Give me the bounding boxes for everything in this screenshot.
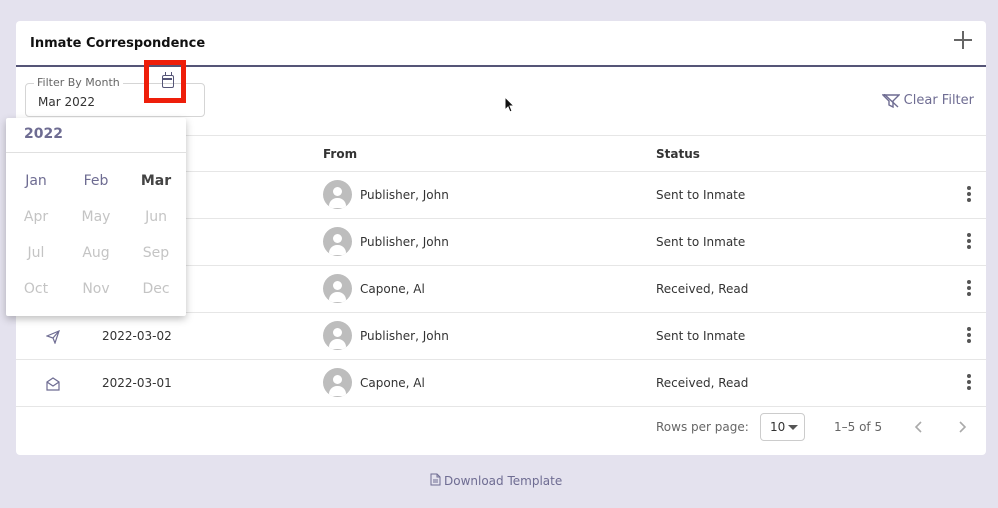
month-option-apr: Apr [23, 209, 49, 225]
file-icon [430, 473, 441, 489]
rows-per-page-label: Rows per page: [656, 420, 749, 434]
more-vert-icon[interactable] [966, 280, 972, 298]
filter-value[interactable]: Mar 2022 [38, 95, 95, 109]
download-template-link[interactable]: Download Template [430, 473, 562, 489]
month-option-jun: Jun [145, 209, 167, 225]
row-date: 2022-03-01 [102, 376, 172, 390]
pagination-range: 1–5 of 5 [834, 420, 883, 434]
month-option-oct: Oct [23, 281, 49, 297]
month-option-jan[interactable]: Jan [6, 173, 66, 189]
avatar [323, 227, 352, 256]
table-row[interactable]: 2022-03-02 Publisher, John Sent to Inmat… [16, 313, 986, 360]
month-option-mar[interactable]: Mar [126, 173, 186, 189]
clear-filter-label: Clear Filter [903, 93, 974, 108]
caret-down-icon [788, 425, 798, 430]
avatar [323, 180, 352, 209]
row-status: Sent to Inmate [656, 235, 746, 249]
month-option-aug: Aug [82, 245, 110, 261]
month-option-sep: Sep [142, 245, 170, 261]
avatar [323, 274, 352, 303]
plus-icon[interactable] [954, 31, 972, 49]
calendar-icon[interactable] [162, 72, 174, 88]
chevron-right-icon[interactable] [953, 418, 971, 436]
rows-per-page-value: 10 [770, 420, 786, 434]
more-vert-icon[interactable] [966, 186, 972, 204]
filter-label: Filter By Month [34, 76, 123, 89]
row-from: Publisher, John [360, 329, 449, 343]
month-picker-year[interactable]: 2022 [24, 126, 63, 142]
divider [6, 152, 186, 153]
calendar-button-highlight[interactable] [144, 60, 186, 103]
mail-open-icon [46, 376, 60, 391]
chevron-left-icon[interactable] [910, 418, 928, 436]
filter-off-icon [881, 93, 900, 108]
month-option-dec: Dec [142, 281, 170, 297]
row-from: Capone, Al [360, 376, 425, 390]
row-status: Received, Read [656, 282, 749, 296]
month-option-jul: Jul [27, 245, 45, 261]
month-option-may: May [81, 209, 111, 225]
column-header-from[interactable]: From [323, 147, 357, 161]
download-template-label: Download Template [444, 474, 563, 488]
rows-per-page-select[interactable]: 10 [760, 413, 805, 441]
row-date: 2022-03-02 [102, 329, 172, 343]
page-title: Inmate Correspondence [30, 36, 206, 51]
row-status: Received, Read [656, 376, 749, 390]
send-icon [45, 329, 60, 345]
more-vert-icon[interactable] [966, 327, 972, 345]
row-status: Sent to Inmate [656, 188, 746, 202]
mouse-cursor [504, 95, 516, 114]
month-option-feb[interactable]: Feb [66, 173, 126, 189]
pagination: Rows per page: 10 1–5 of 5 [16, 405, 986, 451]
column-header-status[interactable]: Status [656, 147, 700, 161]
row-from: Publisher, John [360, 235, 449, 249]
avatar [323, 321, 352, 350]
row-status: Sent to Inmate [656, 329, 746, 343]
table-row[interactable]: 2022-03-01 Capone, Al Received, Read [16, 360, 986, 407]
clear-filter-button[interactable]: Clear Filter [881, 93, 974, 108]
row-from: Capone, Al [360, 282, 425, 296]
row-from: Publisher, John [360, 188, 449, 202]
more-vert-icon[interactable] [966, 374, 972, 392]
more-vert-icon[interactable] [966, 233, 972, 251]
avatar [323, 368, 352, 397]
month-picker-popover: 2022 Jan Feb Mar Apr May Jun Jul Aug Sep Oct Nov De… [6, 118, 186, 316]
month-option-nov: Nov [82, 281, 110, 297]
